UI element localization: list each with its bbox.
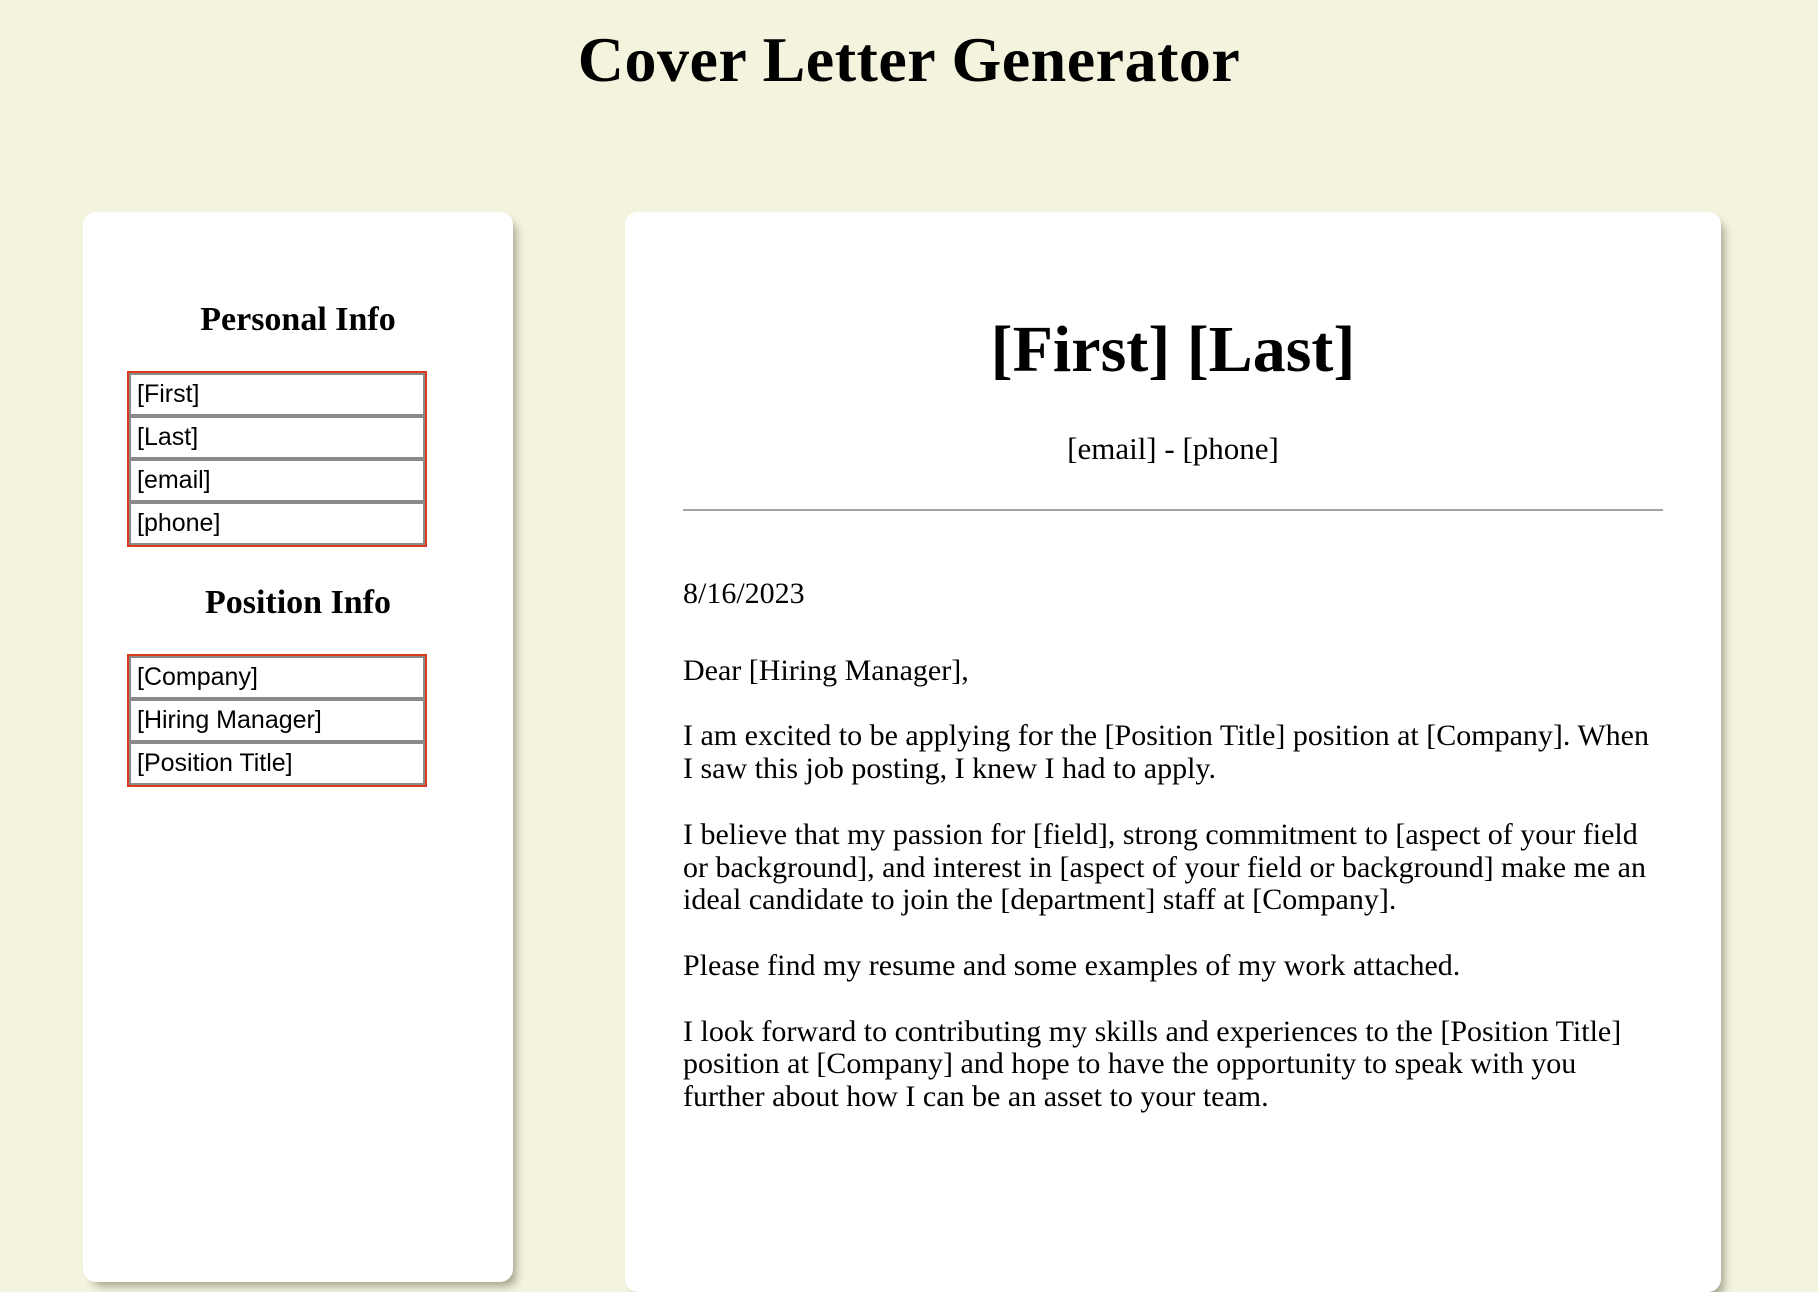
first-name-input[interactable] [129,372,425,416]
personal-info-field-group [127,370,427,547]
letter-contact-line: [email] - [phone] [1067,430,1279,466]
hiring-manager-input[interactable] [129,698,425,742]
phone-input[interactable] [129,501,425,545]
form-panel: Personal Info Position Info [83,212,513,1282]
position-info-field-group [127,653,427,787]
page-title: Cover Letter Generator [577,24,1241,95]
position-title-input[interactable] [129,741,425,785]
cover-letter-generator-app: Cover Letter Generator Personal Info Pos… [0,0,1818,1292]
position-info-heading: Position Info [204,583,392,621]
letter-body: Dear [Hiring Manager], I am excited to b… [683,611,1663,1114]
letter-salutation: Dear [Hiring Manager], [683,653,969,687]
main-layout: Personal Info Position Info [First] [Las… [0,212,1818,1292]
letter-preview-panel: [First] [Last] [email] - [phone] 8/16/20… [625,212,1721,1292]
letter-applicant-name: [First] [Last] [990,313,1356,386]
last-name-input[interactable] [129,415,425,459]
letter-date: 8/16/2023 [683,576,805,610]
letter-paragraph: I believe that my passion for [field], s… [683,817,1646,917]
company-input[interactable] [129,655,425,699]
personal-info-heading: Personal Info [200,301,396,338]
letter-paragraph: I am excited to be applying for the [Pos… [683,719,1649,786]
letter-paragraph: Please find my resume and some examples … [683,948,1461,982]
email-input[interactable] [129,458,425,502]
letter-paragraph: I look forward to contributing my skills… [683,1014,1622,1113]
